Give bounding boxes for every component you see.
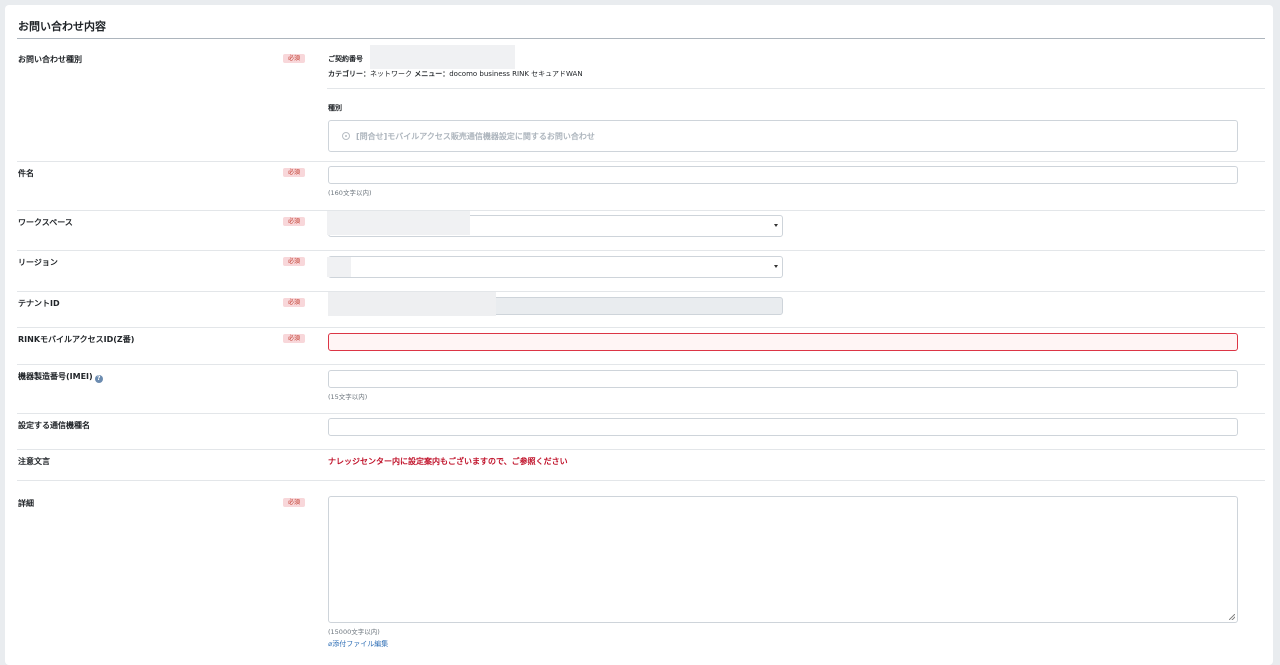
details-textarea[interactable]	[328, 496, 1238, 623]
row-divider	[17, 449, 1265, 450]
chevron-down-icon	[774, 265, 778, 268]
attach-file-label: 添付ファイル編集	[332, 640, 389, 648]
tenant-id-field	[328, 292, 783, 316]
type-radio-button[interactable]	[342, 132, 350, 140]
device-name-input[interactable]	[328, 418, 1238, 436]
type-label: 種別	[328, 104, 342, 112]
notice-label: 注意文言	[18, 457, 50, 466]
imei-label-row: 機器製造番号(IMEI)?	[18, 371, 103, 383]
menu-label: メニュー：	[414, 70, 450, 78]
row-divider	[17, 364, 1265, 365]
region-label: リージョン	[18, 258, 58, 267]
row-divider	[17, 413, 1265, 414]
inner-divider	[327, 88, 1265, 89]
chevron-down-icon	[774, 224, 778, 227]
workspace-select[interactable]	[327, 211, 783, 237]
row-divider	[17, 291, 1265, 292]
row-divider	[17, 480, 1265, 481]
attach-file-link[interactable]: ⌀添付ファイル編集	[328, 639, 388, 649]
menu-value: docomo business RINK セキュアドWAN	[449, 70, 583, 78]
imei-label: 機器製造番号(IMEI)	[18, 372, 93, 381]
category-value: ネットワーク	[370, 70, 412, 78]
contract-number-redacted	[370, 45, 515, 69]
details-hint: (15000文字以内)	[328, 628, 380, 636]
workspace-label: ワークスペース	[18, 218, 73, 227]
subject-label: 件名	[18, 169, 34, 178]
category-label: カテゴリー：	[328, 70, 370, 78]
inquiry-form-card: お問い合わせ内容 お問い合わせ種別 必須 ご契約番号 カテゴリー：ネットワーク …	[5, 5, 1273, 665]
rink-id-label: RINKモバイルアクセスID(Z番)	[18, 335, 135, 344]
device-name-label: 設定する通信機種名	[18, 421, 90, 430]
contract-number-label: ご契約番号	[328, 55, 363, 63]
type-radio-label[interactable]: [問合せ]モバイルアクセス販売通信機器設定に関するお問い合わせ	[356, 131, 595, 142]
section-title: お問い合わせ内容	[18, 20, 106, 33]
region-value-redacted	[327, 257, 351, 277]
details-label: 詳細	[18, 499, 34, 508]
row-divider	[17, 250, 1265, 251]
required-badge: 必須	[283, 334, 305, 343]
subject-hint: (160文字以内)	[328, 189, 372, 197]
row-divider	[17, 210, 1265, 211]
imei-hint: (15文字以内)	[328, 393, 368, 401]
workspace-value-redacted	[327, 211, 470, 235]
subject-input[interactable]	[328, 166, 1238, 184]
tenant-id-value-redacted	[328, 292, 496, 316]
region-select[interactable]	[327, 256, 783, 278]
type-radio-group: [問合せ]モバイルアクセス販売通信機器設定に関するお問い合わせ	[328, 120, 1238, 152]
info-icon[interactable]: ?	[94, 375, 103, 383]
row-divider	[17, 327, 1265, 328]
required-badge: 必須	[283, 257, 305, 266]
resize-handle-icon[interactable]	[1229, 614, 1235, 620]
required-badge: 必須	[283, 54, 305, 63]
rink-id-input[interactable]	[328, 333, 1238, 351]
inquiry-type-label: お問い合わせ種別	[18, 55, 82, 64]
required-badge: 必須	[283, 498, 305, 507]
required-badge: 必須	[283, 168, 305, 177]
section-divider	[17, 38, 1265, 39]
imei-input[interactable]	[328, 370, 1238, 388]
required-badge: 必須	[283, 298, 305, 307]
row-divider	[17, 161, 1265, 162]
category-line: カテゴリー：ネットワーク メニュー：docomo business RINK セ…	[328, 69, 583, 79]
required-badge: 必須	[283, 217, 305, 226]
notice-text: ナレッジセンター内に設定案内もございますので、ご参照ください	[328, 457, 568, 466]
tenant-id-label: テナントID	[18, 299, 60, 308]
